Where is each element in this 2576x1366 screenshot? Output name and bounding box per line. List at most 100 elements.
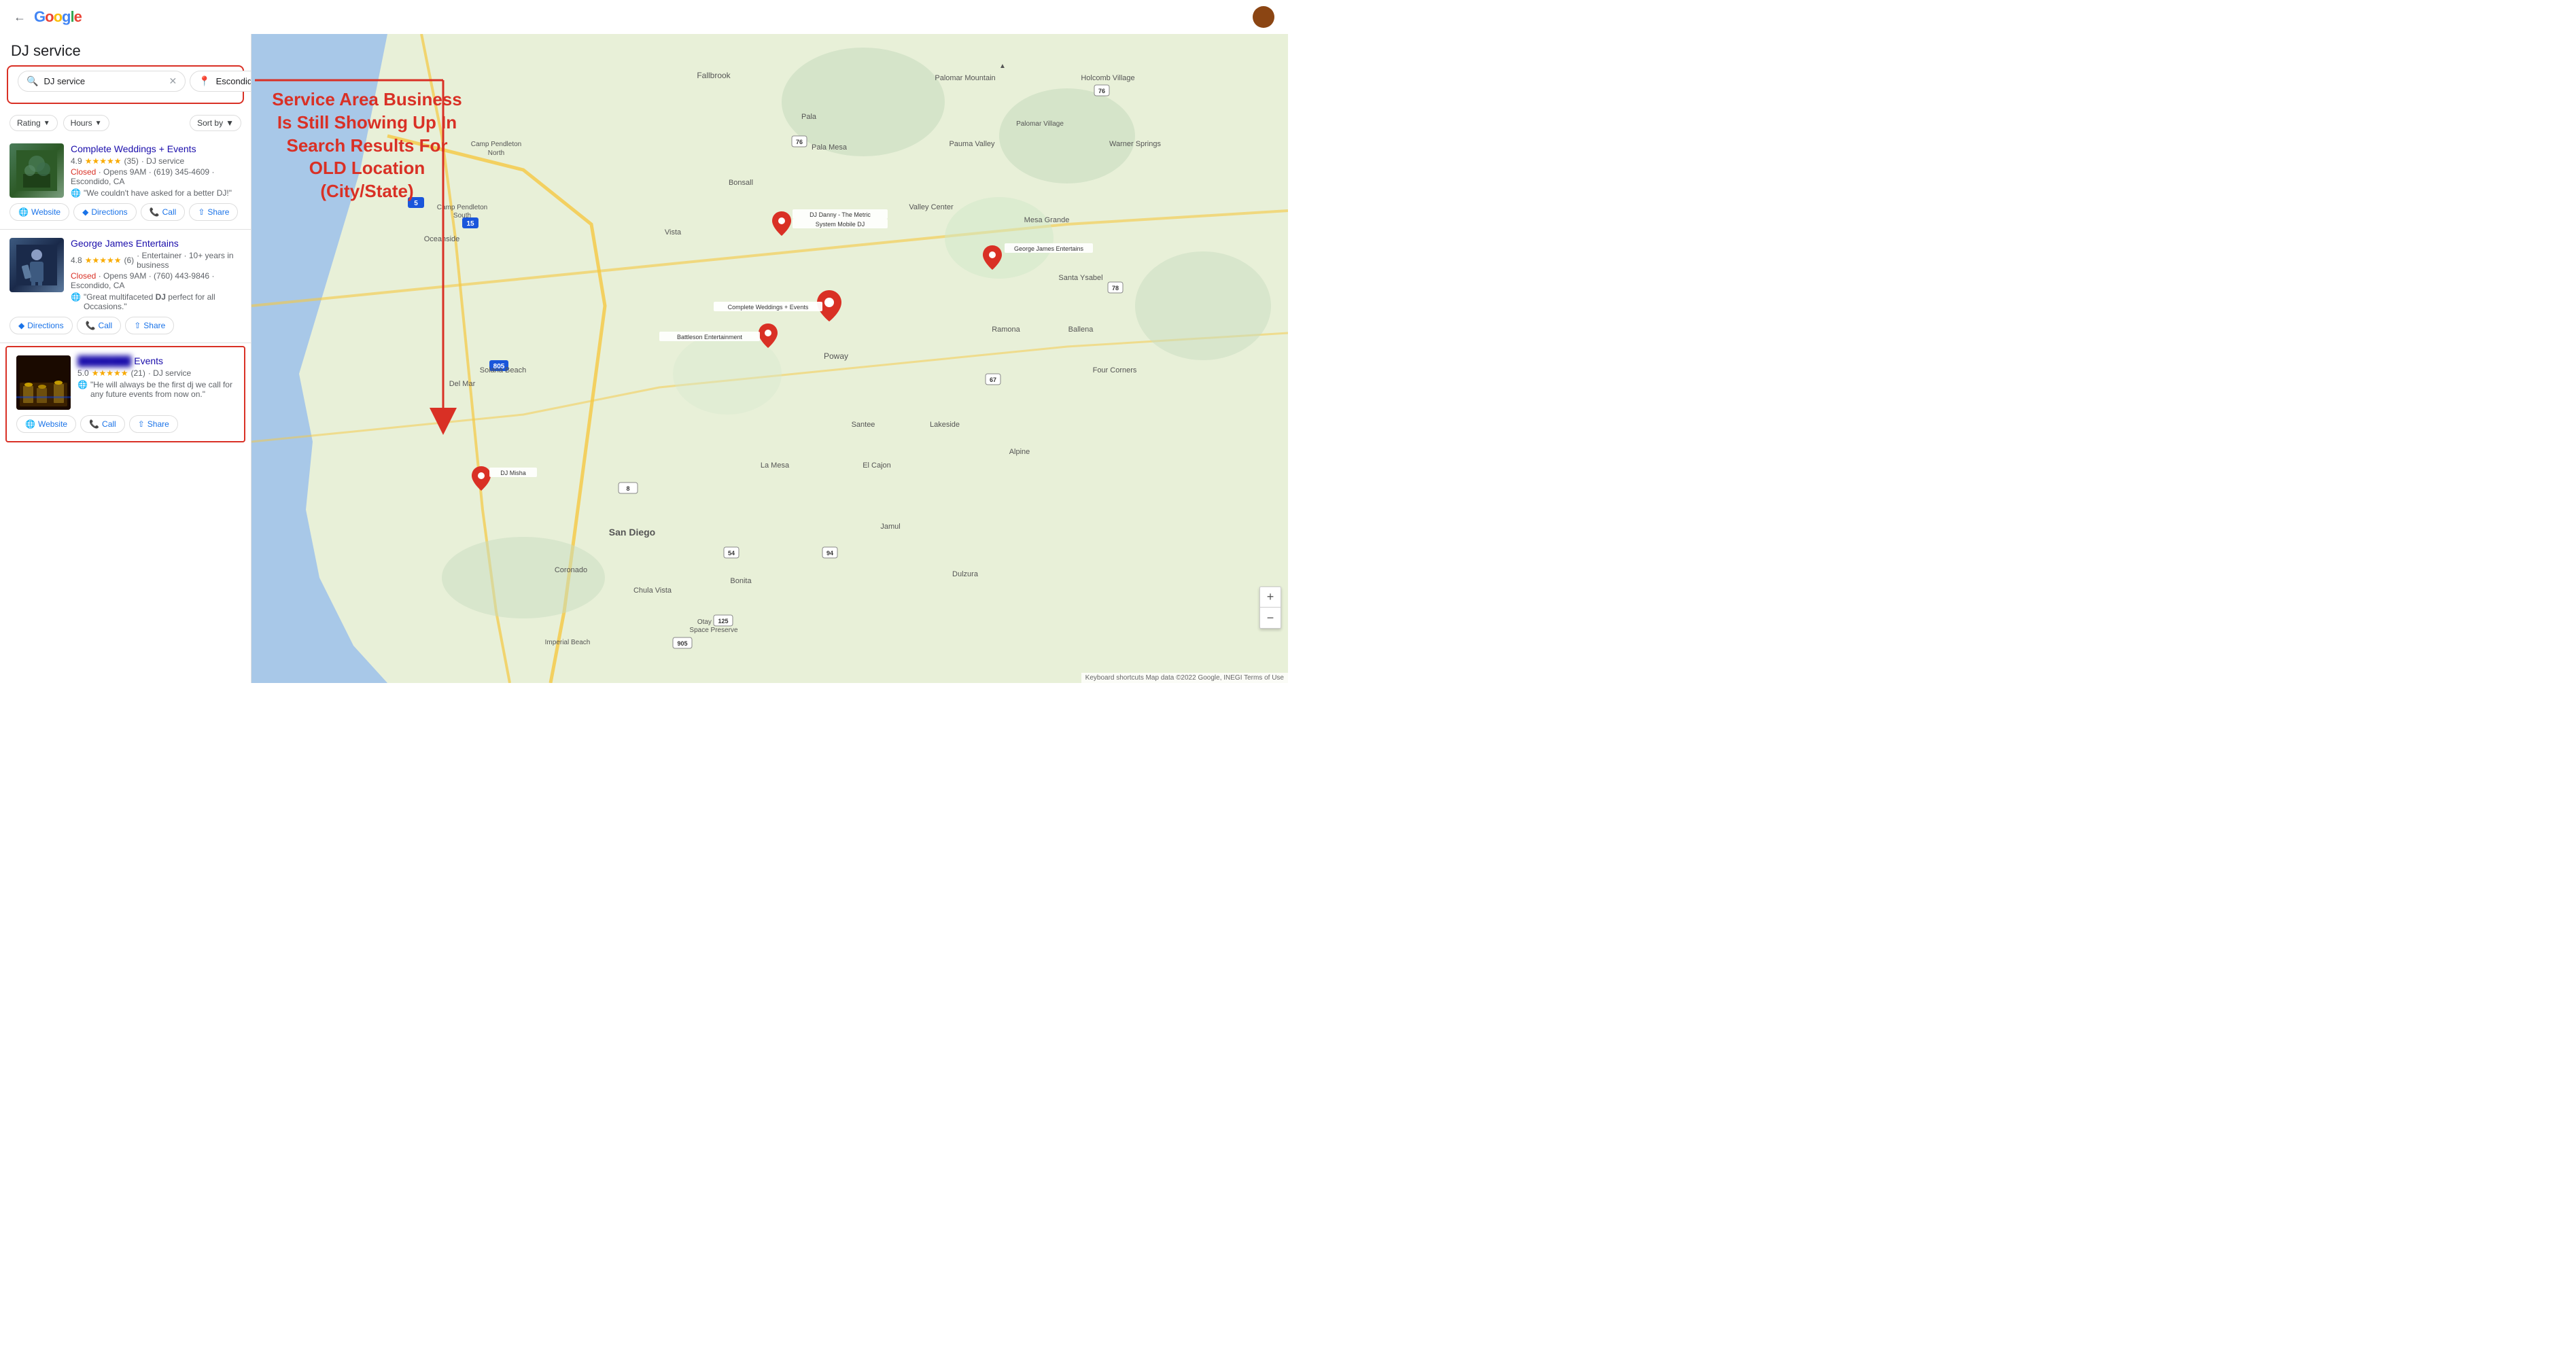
svg-text:Palomar Village: Palomar Village: [1016, 120, 1064, 128]
search-clear-button[interactable]: ✕: [169, 75, 177, 87]
call-btn-1[interactable]: 📞 Call: [141, 203, 186, 221]
call-btn-3[interactable]: 📞 Call: [80, 415, 125, 433]
stars-2: ★★★★★: [85, 256, 122, 265]
rating-value-2: 4.8: [71, 256, 82, 265]
location-box[interactable]: 📍 ✕: [190, 71, 251, 92]
website-label-3: Website: [38, 419, 67, 429]
location-icon: 📍: [198, 75, 210, 87]
svg-text:Santee: Santee: [852, 421, 875, 429]
quote-icon-3: 🌐: [77, 380, 88, 389]
back-button[interactable]: ←: [14, 10, 26, 24]
rating-label: Rating: [17, 118, 41, 128]
location-input[interactable]: [216, 76, 251, 86]
hours-filter[interactable]: Hours ▼: [63, 115, 109, 131]
svg-text:Pauma Valley: Pauma Valley: [949, 140, 995, 148]
svg-text:8: 8: [626, 485, 629, 492]
result-image-1: [10, 143, 64, 198]
category-1: · DJ service: [141, 156, 184, 166]
svg-text:Del Mar: Del Mar: [449, 380, 476, 388]
svg-text:Warner Springs: Warner Springs: [1109, 140, 1162, 148]
result-image-3: [16, 355, 71, 410]
call-btn-2[interactable]: 📞 Call: [77, 317, 122, 334]
result-top-1: Complete Weddings + Events 4.9 ★★★★★ (35…: [10, 143, 241, 198]
svg-text:Space Preserve: Space Preserve: [689, 627, 738, 634]
share-label-2: Share: [143, 321, 165, 330]
share-icon-2: ⇧: [134, 321, 141, 330]
svg-text:Ramona: Ramona: [992, 326, 1020, 334]
svg-text:78: 78: [1112, 285, 1119, 292]
result-rating-2: 4.8 ★★★★★ (6) · Entertainer · 10+ years …: [71, 251, 241, 270]
website-btn-3[interactable]: 🌐 Website: [16, 415, 76, 433]
svg-text:Alpine: Alpine: [1009, 448, 1030, 456]
map-panel: 5 15 805 Fallbrook Pala Palomar Mountain…: [251, 34, 1288, 683]
website-btn-1[interactable]: 🌐 Website: [10, 203, 69, 221]
svg-text:Pala Mesa: Pala Mesa: [812, 143, 848, 152]
directions-icon-1: ◆: [82, 207, 88, 217]
directions-btn-2[interactable]: ◆ Directions: [10, 317, 73, 334]
svg-text:Valley Center: Valley Center: [909, 203, 954, 211]
stars-1: ★★★★★: [85, 156, 122, 166]
call-icon-3: 📞: [89, 419, 99, 429]
rating-filter[interactable]: Rating ▼: [10, 115, 58, 131]
quote-text-1: "We couldn't have asked for a better DJ!…: [84, 188, 232, 198]
svg-text:Camp Pendleton: Camp Pendleton: [437, 204, 488, 211]
call-label-2: Call: [99, 321, 113, 330]
website-icon-1: 🌐: [18, 207, 29, 217]
sort-label: Sort by: [197, 118, 223, 128]
share-btn-2[interactable]: ⇧ Share: [125, 317, 174, 334]
svg-text:Pala: Pala: [801, 113, 817, 121]
svg-text:15: 15: [466, 220, 474, 228]
results-list: Complete Weddings + Events 4.9 ★★★★★ (35…: [0, 135, 251, 452]
page-title: DJ service: [0, 34, 251, 65]
stars-3: ★★★★★: [92, 368, 128, 378]
svg-text:La Mesa: La Mesa: [761, 461, 790, 470]
quote-text-3: "He will always be the first dj we call …: [90, 380, 234, 399]
result-name-1[interactable]: Complete Weddings + Events: [71, 143, 241, 154]
svg-text:Oceanside: Oceanside: [424, 235, 460, 243]
share-btn-1[interactable]: ⇧ Share: [189, 203, 238, 221]
svg-text:Fallbrook: Fallbrook: [697, 71, 731, 80]
sort-arrow-icon: ▼: [226, 118, 234, 128]
header: ← Google: [0, 0, 1288, 34]
result-rating-1: 4.9 ★★★★★ (35) · DJ service: [71, 156, 241, 166]
result-name-2[interactable]: George James Entertains: [71, 238, 241, 249]
svg-text:Dulzura: Dulzura: [952, 570, 979, 578]
result-quote-2: 🌐 "Great multifaceted DJ perfect for all…: [71, 292, 241, 311]
avatar[interactable]: [1253, 6, 1274, 28]
svg-text:Jamul: Jamul: [880, 523, 900, 531]
website-label-1: Website: [31, 207, 60, 217]
svg-text:DJ Danny - The Metric: DJ Danny - The Metric: [810, 211, 871, 218]
share-label-1: Share: [207, 207, 229, 217]
svg-text:Mesa Grande: Mesa Grande: [1024, 216, 1070, 224]
result-quote-3: 🌐 "He will always be the first dj we cal…: [77, 380, 234, 399]
directions-btn-1[interactable]: ◆ Directions: [73, 203, 137, 221]
share-icon-1: ⇧: [198, 207, 205, 217]
result-image-2: [10, 238, 64, 292]
result-rating-3: 5.0 ★★★★★ (21) · DJ service: [77, 368, 234, 378]
svg-text:Complete Weddings + Events: Complete Weddings + Events: [728, 304, 809, 311]
quote-icon-2: 🌐: [71, 292, 81, 302]
search-box[interactable]: 🔍 ✕: [18, 71, 186, 92]
action-btns-1: 🌐 Website ◆ Directions 📞 Call: [10, 203, 241, 221]
result-name-3[interactable]: ████████ Events: [77, 355, 234, 366]
result-card-2: George James Entertains 4.8 ★★★★★ (6) · …: [0, 230, 251, 343]
action-btns-2: ◆ Directions 📞 Call ⇧ Share: [10, 317, 241, 334]
share-btn-3[interactable]: ⇧ Share: [129, 415, 178, 433]
zoom-in-button[interactable]: +: [1260, 587, 1281, 608]
sort-button[interactable]: Sort by ▼: [190, 115, 241, 131]
svg-text:Camp Pendleton: Camp Pendleton: [471, 141, 522, 148]
result-card-1: Complete Weddings + Events 4.9 ★★★★★ (35…: [0, 135, 251, 230]
share-icon-3: ⇧: [138, 419, 145, 429]
zoom-out-button[interactable]: −: [1260, 608, 1281, 628]
directions-label-2: Directions: [27, 321, 63, 330]
svg-text:Chula Vista: Chula Vista: [633, 586, 672, 595]
call-label-1: Call: [162, 207, 177, 217]
svg-text:Coronado: Coronado: [555, 566, 587, 574]
call-label-3: Call: [102, 419, 116, 429]
search-input[interactable]: [43, 76, 163, 86]
map-svg[interactable]: 5 15 805 Fallbrook Pala Palomar Mountain…: [251, 34, 1288, 683]
review-count-2: (6): [124, 256, 134, 265]
map-footer: Keyboard shortcuts Map data ©2022 Google…: [1081, 673, 1288, 683]
hours-label: Hours: [71, 118, 92, 128]
svg-text:Santa Ysabel: Santa Ysabel: [1058, 274, 1102, 282]
